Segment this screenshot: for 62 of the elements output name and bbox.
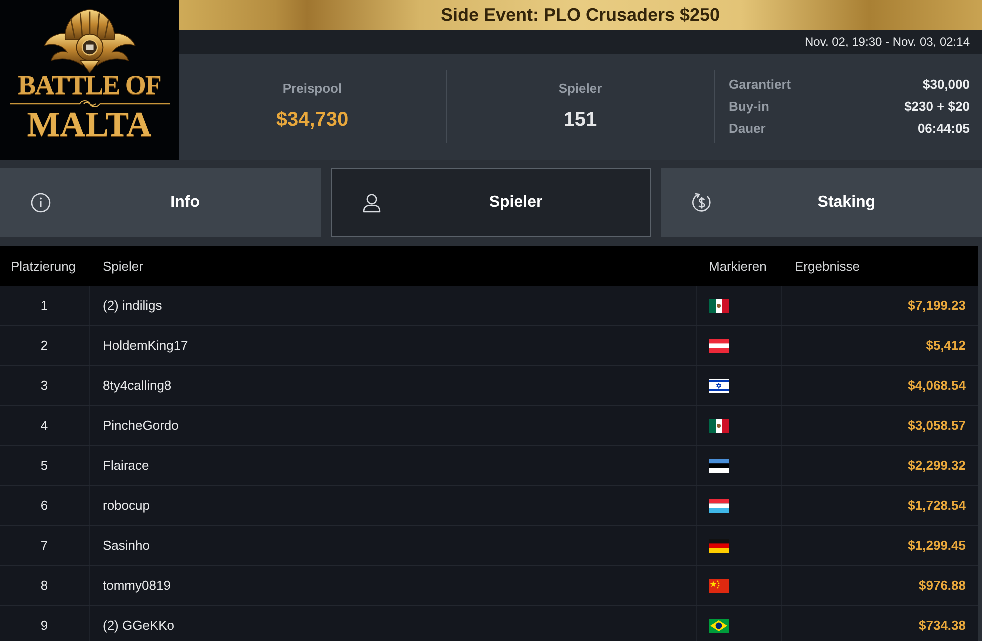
luxembourg-flag-icon bbox=[709, 498, 729, 512]
estonia-flag-icon bbox=[709, 458, 729, 472]
result-cell-text: $734.38 bbox=[918, 617, 967, 635]
result-cell-text: $4,068.54 bbox=[907, 377, 967, 395]
mexico-flag-icon bbox=[709, 418, 729, 432]
rank-cell: 3 bbox=[0, 366, 90, 405]
player-cell: tommy0819 bbox=[90, 566, 697, 605]
rank-cell: 4 bbox=[0, 406, 90, 445]
stat-label: Preispool bbox=[282, 81, 342, 96]
logo-text: MALTA bbox=[27, 109, 152, 141]
player-cell: robocup bbox=[90, 486, 697, 525]
rank-cell: 2 bbox=[0, 326, 90, 365]
rank-cell: 8 bbox=[0, 566, 90, 605]
detail-label: Dauer bbox=[729, 121, 766, 136]
detail-value: $30,000 bbox=[923, 77, 970, 92]
logo-text: BATTLE OF bbox=[18, 72, 161, 98]
info-icon bbox=[31, 192, 51, 212]
result-cell-text: $976.88 bbox=[918, 577, 967, 595]
germany-flag-icon bbox=[709, 538, 729, 552]
event-title: Side Event: PLO Crusaders $250 bbox=[440, 4, 720, 26]
player-cell: PincheGordo bbox=[90, 406, 697, 445]
brazil-flag-icon bbox=[709, 618, 729, 632]
result-cell-text: $5,412 bbox=[925, 337, 967, 355]
player-cell: (2) indiligs bbox=[90, 286, 697, 325]
detail-label: Garantiert bbox=[729, 77, 792, 92]
stat-label: Spieler bbox=[558, 81, 602, 96]
rank-cell: 7 bbox=[0, 526, 90, 565]
staking-tab[interactable]: Staking bbox=[661, 168, 982, 237]
player-cell: Flairace bbox=[90, 446, 697, 485]
austria-flag-icon bbox=[709, 338, 729, 352]
crest-icon bbox=[42, 8, 138, 74]
column-header: Markieren bbox=[708, 258, 768, 274]
dollar-refresh-icon bbox=[692, 192, 712, 212]
prize-pool-value: $34,730 bbox=[276, 109, 349, 132]
china-flag-icon bbox=[709, 578, 729, 592]
detail-value: $230 + $20 bbox=[904, 99, 970, 114]
players-tab[interactable]: Spieler bbox=[330, 168, 652, 237]
result-cell-text: $3,058.57 bbox=[907, 417, 967, 435]
player-cell: (2) GGeKKo bbox=[90, 606, 697, 641]
rank-cell: 9 bbox=[0, 606, 90, 641]
rank-cell: 1 bbox=[0, 286, 90, 325]
rank-cell: 5 bbox=[0, 446, 90, 485]
column-header: Spieler bbox=[102, 258, 144, 274]
detail-value: 06:44:05 bbox=[918, 121, 970, 136]
player-cell: HoldemKing17 bbox=[90, 326, 697, 365]
date-range: Nov. 02, 19:30 - Nov. 03, 02:14 bbox=[805, 35, 970, 49]
player-cell: Sasinho bbox=[90, 526, 697, 565]
flourish-icon bbox=[8, 100, 172, 108]
player-cell: 8ty4calling8 bbox=[90, 366, 697, 405]
mexico-flag-icon bbox=[709, 298, 729, 312]
israel-flag-icon bbox=[709, 378, 729, 392]
player-count-value: 151 bbox=[564, 109, 598, 132]
rank-cell: 6 bbox=[0, 486, 90, 525]
result-cell-text: $1,299.45 bbox=[907, 537, 967, 555]
column-header: Platzierung bbox=[10, 258, 78, 274]
result-cell-text: $1,728.54 bbox=[907, 497, 967, 515]
column-header: Ergebnisse bbox=[794, 258, 862, 274]
result-cell-text: $2,299.32 bbox=[907, 457, 967, 475]
result-cell-text: $7,199.23 bbox=[907, 297, 967, 315]
detail-label: Buy-in bbox=[729, 99, 770, 114]
user-icon bbox=[362, 192, 382, 212]
info-tab[interactable]: Info bbox=[0, 168, 321, 237]
